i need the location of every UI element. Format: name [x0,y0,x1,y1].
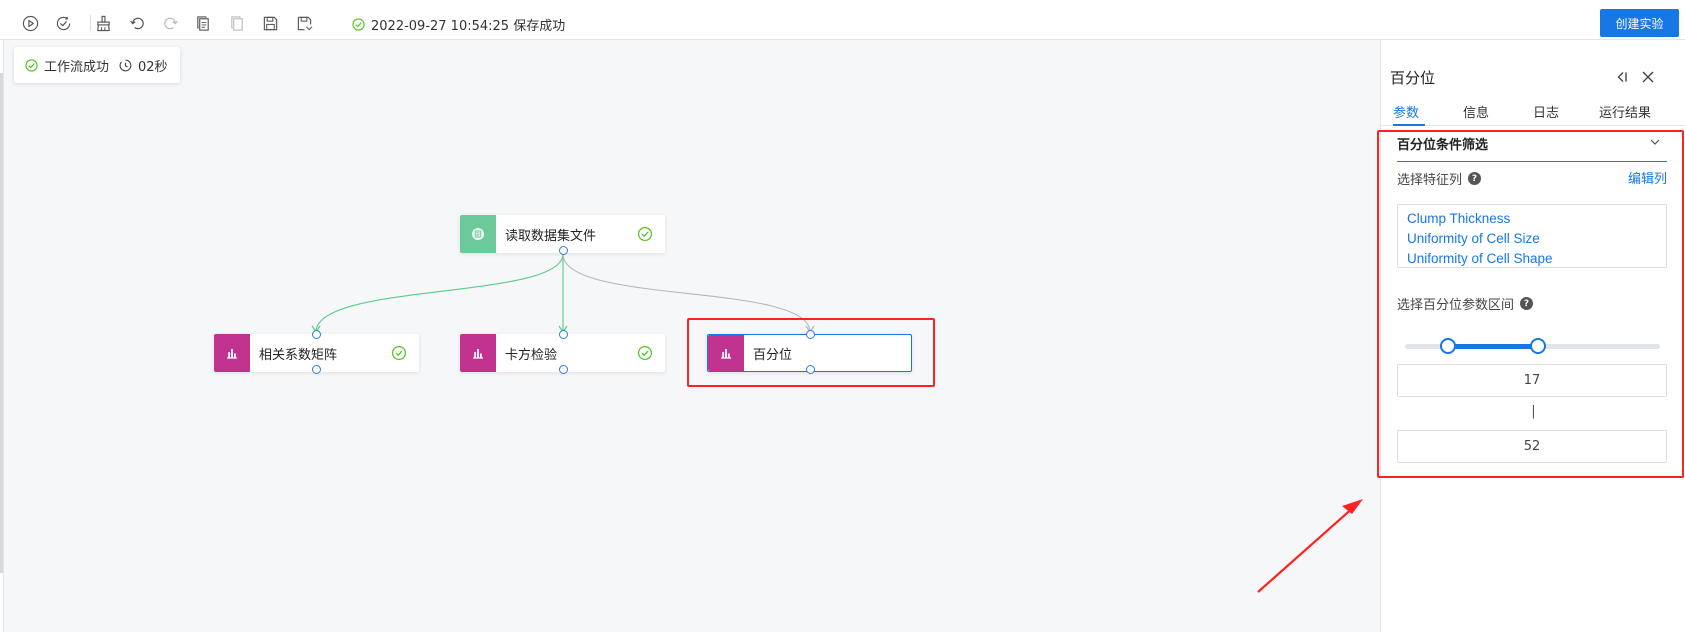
workflow-status: 工作流成功 02秒 [14,47,180,83]
save-status-text: 2022-09-27 10:54:25 保存成功 [371,18,566,34]
slider-track [1448,344,1538,349]
workflow-duration: 02秒 [138,59,168,75]
bar-chart-icon [460,334,496,372]
section-percentile-filter[interactable]: 百分位条件筛选 [1397,130,1667,162]
play-icon[interactable] [20,13,40,33]
save-status: 2022-09-27 10:54:25 保存成功 [352,14,565,34]
sidebar-scrollbar[interactable] [0,73,3,573]
section-title: 百分位条件筛选 [1397,138,1489,153]
range-separator: | [1531,404,1536,419]
help-icon[interactable]: ? [1468,172,1482,185]
percentile-range-label: 选择百分位参数区间 ? [1397,294,1534,313]
redo-icon[interactable] [160,13,180,33]
tab-log[interactable]: 日志 [1533,102,1559,121]
node-output-port[interactable] [805,364,815,374]
node-label: 百分位 [753,347,793,363]
feature-columns-label-text: 选择特征列 [1397,173,1463,188]
success-check-icon [637,226,653,242]
node-output-port[interactable] [558,364,568,374]
left-sidebar-edge [0,40,4,632]
paste-icon[interactable] [227,13,247,33]
tab-params[interactable]: 参数 [1393,102,1419,121]
workflow-status-text: 工作流成功 [44,59,110,75]
help-icon[interactable]: ? [1520,297,1534,310]
edge-read-to-corr [315,253,564,333]
list-item: Clump Thickness [1407,211,1511,226]
edit-columns-link[interactable]: 编辑列 [1628,168,1667,187]
properties-panel: 百分位 参数 信息 日志 运行结果 百分位条件筛选 选择特征列 ? 编辑列 Cl… [1380,40,1685,632]
node-output-port[interactable] [311,364,321,374]
percentile-range-slider[interactable] [1405,337,1660,355]
create-experiment-button[interactable]: 创建实验 [1600,9,1679,37]
bar-chart-icon [708,335,744,371]
timer-icon [119,59,132,71]
range-max-input[interactable] [1397,430,1667,463]
tab-info[interactable]: 信息 [1463,102,1489,121]
node-label: 读取数据集文件 [505,228,597,244]
close-icon[interactable] [1639,68,1657,86]
success-check-icon [637,345,653,361]
percentile-range-label-text: 选择百分位参数区间 [1397,298,1515,313]
tab-results[interactable]: 运行结果 [1599,102,1651,121]
toolbar: 2022-09-27 10:54:25 保存成功 创建实验 [0,0,1685,40]
dataset-icon [460,215,496,253]
save-as-icon[interactable] [294,13,314,33]
node-input-port[interactable] [805,329,815,339]
active-tab-indicator [1393,124,1425,126]
node-label: 卡方检验 [505,347,558,363]
bar-chart-icon [214,334,250,372]
slider-handle-low[interactable] [1440,338,1457,354]
success-check-icon [391,345,407,361]
node-label: 相关系数矩阵 [259,347,338,363]
node-input-port[interactable] [311,329,321,339]
chevron-down-icon [1650,139,1660,145]
node-output-port[interactable] [558,245,568,255]
selected-columns-list[interactable]: Clump Thickness Uniformity of Cell Size … [1397,204,1667,268]
list-item: Uniformity of Cell Shape [1407,251,1553,266]
edge-read-to-percentile [562,253,811,333]
range-min-input[interactable] [1397,364,1667,397]
list-item: Uniformity of Cell Size [1407,231,1540,246]
success-check-icon [352,17,365,31]
success-check-icon [25,58,38,72]
slider-handle-high[interactable] [1529,338,1546,354]
workflow-canvas[interactable]: 工作流成功 02秒 读取数据集文件 相关系数矩阵 卡方检验 百分位 [5,40,1380,632]
workflow-edges [311,253,815,334]
panel-title: 百分位 [1390,69,1436,87]
toolbar-divider [90,15,91,31]
node-input-port[interactable] [558,329,568,339]
feature-columns-label: 选择特征列 ? [1397,169,1482,188]
undo-icon[interactable] [127,13,147,33]
copy-icon[interactable] [193,13,213,33]
save-icon[interactable] [260,13,280,33]
validate-icon[interactable] [53,13,73,33]
panel-tabs: 参数 信息 日志 运行结果 [1381,94,1685,126]
collapse-panel-icon[interactable] [1613,68,1631,86]
brush-icon[interactable] [93,13,113,33]
